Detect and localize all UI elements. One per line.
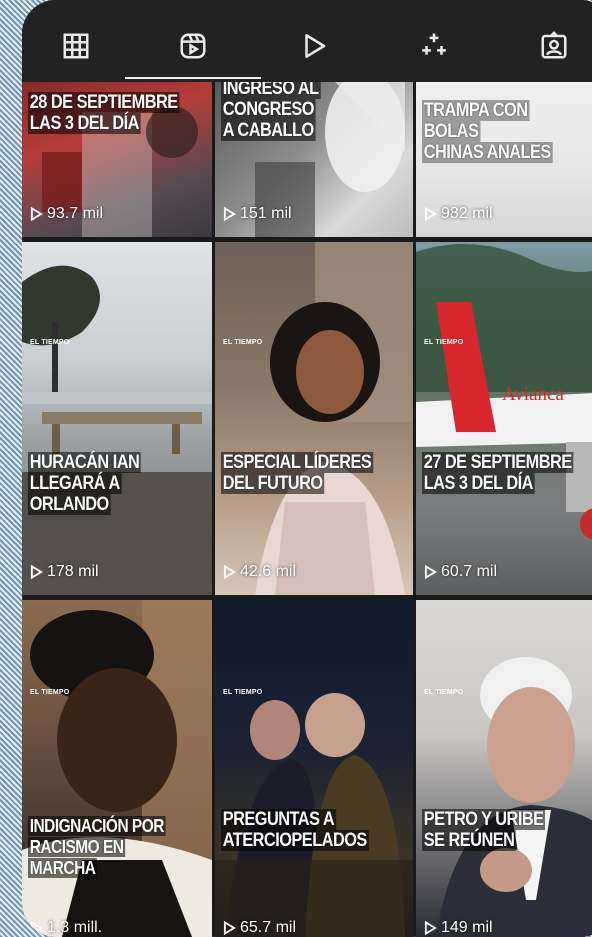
reel-thumbnail — [436, 657, 592, 937]
brand-label: EL TIEMPO — [424, 339, 464, 346]
reels-tab[interactable] — [125, 26, 261, 79]
view-count: 982 mil — [424, 205, 493, 223]
view-count: 151 mil — [223, 205, 292, 223]
reel-caption: ESPECIAL LÍDERES DEL FUTURO — [221, 452, 373, 494]
play-icon — [30, 564, 43, 580]
reels-grid: 28 DE SEPTIEMBRE LAS 3 DEL DÍA 93.7 mil I… — [22, 82, 592, 937]
play-icon — [30, 206, 43, 222]
view-count: 178 mil — [30, 563, 99, 581]
play-icon — [223, 564, 236, 580]
reel-tile[interactable]: EL TIEMPO ESPECIAL LÍDERES DEL FUTURO 42.… — [215, 242, 413, 595]
reel-tile[interactable]: Avianca EL TIEMPO 27 DE SEPTIEMBRE LAS 3 … — [416, 242, 592, 595]
brand-label: EL TIEMPO — [30, 339, 70, 346]
effects-tab[interactable] — [414, 26, 454, 66]
reel-caption: 27 DE SEPTIEMBRE LAS 3 DEL DÍA — [422, 452, 574, 494]
reel-tile[interactable]: EL TIEMPO PETRO Y URIBE SE REÚNEN 149 mil — [416, 600, 592, 937]
tagged-tab[interactable] — [534, 26, 574, 66]
reel-caption: HURACÁN IAN LLEGARÁ A ORLANDO — [28, 452, 142, 515]
brand-label: EL TIEMPO — [223, 339, 263, 346]
play-icon — [305, 34, 326, 58]
play-icon — [30, 920, 43, 936]
view-count: 93.7 mil — [30, 205, 103, 223]
view-count: 65.7 mil — [223, 919, 296, 937]
reel-thumbnail — [255, 242, 413, 595]
reel-caption: TRAMPA CON BOLAS CHINAS ANALES — [422, 100, 553, 163]
play-icon — [424, 206, 437, 222]
play-icon — [424, 564, 437, 580]
reel-caption: INDIGNACIÓN POR RACISMO EN MARCHA — [28, 816, 166, 878]
brand-label: EL TIEMPO — [223, 689, 263, 696]
sparkle-icon — [422, 33, 446, 55]
reel-tile[interactable]: 28 DE SEPTIEMBRE LAS 3 DEL DÍA 93.7 mil — [22, 82, 212, 237]
reel-tile[interactable]: INGRESO AL CONGRESO A CABALLO 151 mil — [215, 82, 413, 237]
videos-tab[interactable] — [294, 26, 334, 66]
phone-frame: 28 DE SEPTIEMBRE LAS 3 DEL DÍA 93.7 mil I… — [22, 0, 592, 937]
grid-tab[interactable] — [56, 26, 96, 66]
reel-tile[interactable]: TRAMPA CON BOLAS CHINAS ANALES 982 mil — [416, 82, 592, 237]
view-count: 60.7 mil — [424, 563, 497, 581]
airline-logo-text: Avianca — [502, 384, 564, 405]
play-icon — [223, 920, 236, 936]
brand-label: EL TIEMPO — [424, 689, 464, 696]
tagged-icon — [541, 31, 567, 59]
play-icon — [223, 206, 236, 222]
reels-icon — [180, 33, 206, 59]
view-count: 42.6 mil — [223, 563, 296, 581]
reel-thumbnail — [416, 244, 592, 540]
reel-caption: 28 DE SEPTIEMBRE LAS 3 DEL DÍA — [28, 92, 180, 134]
profile-tab-bar — [22, 0, 592, 82]
reel-caption: INGRESO AL CONGRESO A CABALLO — [221, 82, 378, 141]
reel-thumbnail — [215, 693, 413, 937]
view-count: 149 mil — [424, 919, 493, 937]
reel-caption: PREGUNTAS A ATERCIOPELADOS — [221, 809, 369, 851]
reel-caption: PETRO Y URIBE SE REÚNEN — [422, 809, 546, 851]
grid-icon — [63, 33, 89, 59]
reel-thumbnail — [22, 600, 212, 937]
reel-thumbnail — [22, 265, 212, 595]
brand-label: EL TIEMPO — [30, 689, 70, 696]
reel-tile[interactable]: EL TIEMPO PREGUNTAS A ATERCIOPELADOS 65.7… — [215, 600, 413, 937]
play-icon — [424, 920, 437, 936]
reel-tile[interactable]: EL TIEMPO HURACÁN IAN LLEGARÁ A ORLANDO 1… — [22, 242, 212, 595]
reel-tile[interactable]: EL TIEMPO INDIGNACIÓN POR RACISMO EN MARC… — [22, 600, 212, 937]
view-count: 1.3 mill. — [30, 919, 102, 937]
